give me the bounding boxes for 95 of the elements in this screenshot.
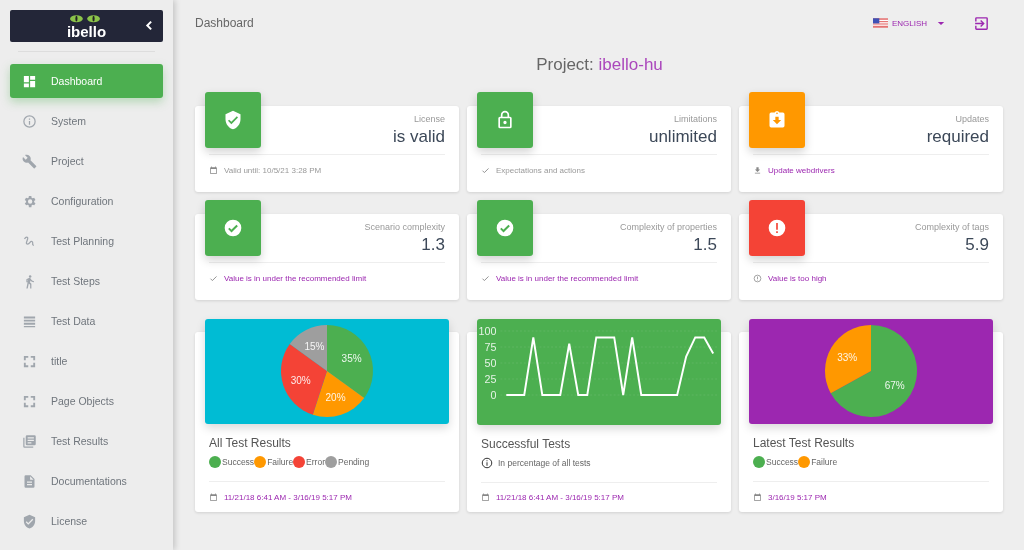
stat-label: Scenario complexity — [364, 222, 445, 232]
lock-icon — [495, 110, 515, 130]
chart-title: Latest Test Results — [753, 435, 856, 450]
nav-item[interactable]: License — [10, 504, 163, 538]
axis-tick: 50 — [484, 356, 497, 369]
gear-icon — [22, 193, 37, 209]
stat-value: required — [926, 127, 989, 147]
check-icon — [223, 218, 243, 238]
frame-icon — [22, 393, 37, 409]
collapse-icon[interactable] — [144, 20, 155, 31]
check-icon — [481, 165, 490, 175]
footer-text: Valid until: 10/5/21 3:28 PM — [224, 165, 322, 175]
footer-link[interactable]: Value is in under the recommended limit — [496, 273, 639, 283]
stat-label: Limitations — [673, 114, 717, 124]
doc-icon — [22, 473, 37, 489]
legend-label: Failure — [811, 456, 838, 467]
stat-value: is valid — [393, 127, 445, 147]
legend-label: Success — [222, 456, 255, 467]
project-heading: Project: ibello-hu — [535, 54, 664, 76]
date-range: 11/21/18 6:41 AM - 3/16/19 5:17 PM — [496, 492, 624, 502]
footer-link[interactable]: Update webdrivers — [768, 165, 835, 175]
axis-tick: 100 — [478, 324, 497, 337]
nav-item[interactable]: Configuration — [10, 184, 163, 218]
calendar-icon — [209, 165, 218, 175]
chart-title: Successful Tests — [481, 437, 572, 451]
dashboard-icon — [22, 73, 37, 89]
legend-label: Error — [306, 456, 325, 467]
download-icon — [753, 165, 762, 175]
axis-tick: 25 — [484, 372, 497, 385]
nav-item[interactable]: System — [10, 104, 163, 138]
info-icon — [753, 273, 762, 283]
library-icon — [22, 433, 37, 449]
nav-item[interactable]: Documentations — [10, 464, 163, 498]
nav-item[interactable]: Dashboard — [10, 64, 163, 98]
slice-label: 35% — [341, 353, 362, 365]
footer-link[interactable]: Value is too high — [768, 273, 827, 283]
axis-tick: 75 — [484, 340, 497, 353]
stat-label: License — [413, 114, 445, 124]
stat-value: 5.9 — [965, 235, 989, 255]
shield-icon — [22, 513, 37, 529]
slice-label: 20% — [325, 392, 346, 404]
info-icon — [22, 113, 37, 129]
stat-value: 1.5 — [693, 235, 717, 255]
chart-title: All Test Results — [209, 435, 292, 450]
legend-label: Failure — [267, 456, 294, 467]
slice-label: 15% — [304, 341, 325, 353]
stat-value: 1.3 — [421, 235, 445, 255]
legend-dot — [209, 455, 221, 468]
frame-icon — [22, 353, 37, 369]
chart-note: In percentage of all tests — [498, 458, 591, 468]
info-icon — [481, 457, 493, 469]
wrench-icon — [22, 153, 37, 169]
axis-tick: 0 — [490, 388, 497, 401]
nav-item[interactable]: Test Data — [10, 304, 163, 338]
language-dropdown[interactable]: ENGLISH — [872, 18, 945, 28]
caret-icon — [937, 20, 945, 26]
stat-label: Complexity of properties — [619, 222, 717, 232]
calendar-icon — [753, 492, 762, 502]
nav-item[interactable]: Test Steps — [10, 264, 163, 298]
legend-dot — [753, 455, 765, 468]
nav-item[interactable]: Test Planning — [10, 224, 163, 258]
calendar-icon — [209, 492, 218, 502]
logout-icon[interactable] — [973, 14, 990, 32]
alert-icon — [767, 218, 787, 238]
legend-label: Pending — [338, 456, 370, 467]
stat-label: Updates — [955, 114, 989, 124]
footer-link[interactable]: Value is in under the recommended limit — [224, 273, 367, 283]
nav-item[interactable]: Page Objects — [10, 384, 163, 418]
check-icon — [209, 273, 218, 283]
legend-dot — [798, 455, 811, 468]
nav-item[interactable]: Test Results — [10, 424, 163, 458]
slice-label: 30% — [290, 374, 311, 386]
calendar-icon — [481, 492, 490, 502]
stat-label: Complexity of tags — [914, 222, 989, 232]
check-icon — [495, 218, 515, 238]
stat-value: unlimited — [648, 127, 717, 147]
project-name: ibello-hu — [598, 55, 663, 74]
shield-icon — [223, 110, 243, 130]
slice-label: 33% — [837, 351, 858, 363]
nav-item[interactable]: title — [10, 344, 163, 378]
nav-item[interactable]: Project — [10, 144, 163, 178]
check-icon — [481, 273, 490, 283]
legend-dot — [325, 455, 337, 468]
slice-label: 67% — [884, 380, 905, 392]
eyes-icon — [67, 13, 103, 23]
flag-icon — [872, 18, 888, 28]
legend-dot — [254, 455, 267, 468]
date-range: 11/21/18 6:41 AM - 3/16/19 5:17 PM — [224, 492, 352, 502]
legend-label: Success — [766, 456, 799, 467]
logo-text: ibello — [66, 23, 107, 40]
legend-dot — [293, 455, 306, 468]
clipboard-icon — [767, 110, 787, 130]
footer-text: Expectations and actions — [496, 165, 585, 175]
page-title: Dashboard — [195, 16, 254, 30]
date-range: 3/16/19 5:17 PM — [768, 492, 827, 502]
